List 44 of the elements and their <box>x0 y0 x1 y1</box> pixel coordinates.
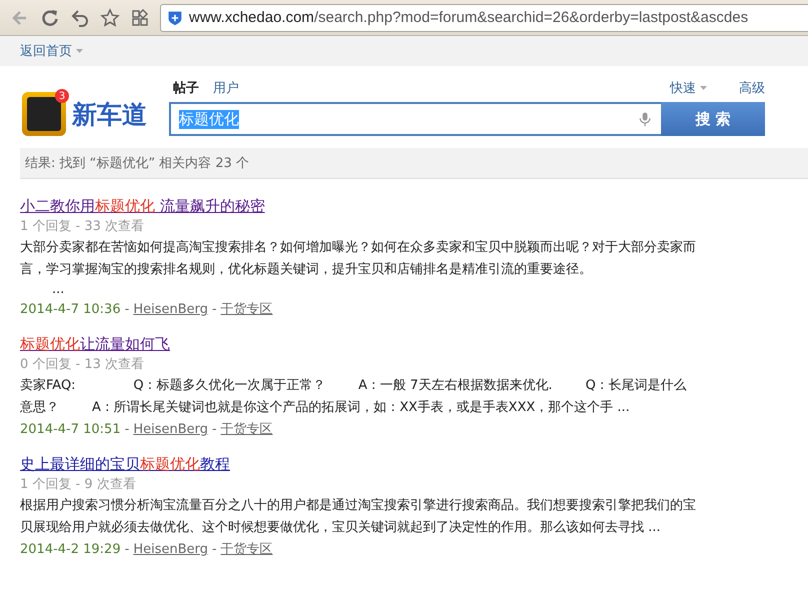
separator: - <box>124 301 130 319</box>
separator: - <box>212 301 217 319</box>
post-date: 2014-4-7 10:36 <box>20 301 121 319</box>
quick-link[interactable]: 快速 <box>670 79 707 97</box>
caret-icon <box>76 49 83 53</box>
advanced-link[interactable]: 高级 <box>739 79 765 97</box>
logo-text: 新车道 <box>72 98 147 130</box>
search-query: 标题优化 <box>179 110 239 128</box>
separator: - <box>212 541 217 559</box>
apps-icon[interactable] <box>130 8 150 28</box>
star-icon[interactable] <box>100 8 120 28</box>
author-link[interactable]: HeisenBerg <box>133 419 208 441</box>
author-link[interactable]: HeisenBerg <box>133 299 208 321</box>
search-button[interactable]: 搜 索 <box>661 102 765 136</box>
microphone-icon[interactable] <box>637 110 653 128</box>
forum-link[interactable]: 干货专区 <box>220 419 273 441</box>
separator: - <box>212 421 217 439</box>
logo-badge: 3 <box>55 89 69 103</box>
result-stats: 1 个回复 - 33 次查看 <box>20 218 146 236</box>
result-snippet: 大部分卖家都在苦恼如何提高淘宝搜索排名？如何增加曝光？如何在众多卖家和宝贝中脱颖而出呢？对于大部分卖家而言，学习掌握淘宝的搜索排名规则，优化标题关键词，提升宝贝和店铺排名是精准引流的重要途径。 <box>20 239 696 279</box>
separator: - <box>124 541 130 559</box>
home-link[interactable]: 返回首页 <box>20 42 83 60</box>
address-bar[interactable]: www.xchedao.com/search.php?mod=forum&searchid=26&orderby=lastpost&ascdes <box>160 4 808 32</box>
snippet-ellipsis: ... <box>51 281 66 299</box>
result-snippet: 卖家FAQ: Q : 标题多久优化一次属于正常？ A : 一般 7天左右根据数据来优化. Q : 长尾词是什么意思？ A : 所谓长尾关键词也就是你这个产品的拓展词，如：XX手表，或是手表XXX，那个这个手 ... <box>20 377 688 417</box>
search-tab[interactable]: 用户 <box>213 79 239 97</box>
url-path: /search.php?mod=forum&searchid=26&orderby=lastpost&ascdes <box>314 9 748 26</box>
caret-icon <box>700 86 707 90</box>
reload-icon[interactable] <box>40 8 60 28</box>
post-date: 2014-4-2 19:29 <box>20 541 121 559</box>
url-host: www.xchedao.com <box>189 9 314 26</box>
result-stats: 1 个回复 - 9 次查看 <box>20 476 137 494</box>
forum-link[interactable]: 干货专区 <box>220 539 273 561</box>
shield-icon <box>167 10 183 26</box>
separator: - <box>124 421 130 439</box>
search-tab[interactable]: 帖子 <box>173 79 199 97</box>
result-snippet: 根据用户搜索习惯分析淘宝流量百分之八十的用户都是通过淘宝搜索引擎进行搜索商品。我们想要搜索引擎把我们的宝贝展现给用户就必须去做优化、这个时候想要做优化，宝贝关键词就起到了决定性的作用。那么该如何去寻找 ... <box>20 497 696 537</box>
result-stats: 0 个回复 - 13 次查看 <box>20 356 146 374</box>
post-date: 2014-4-7 10:51 <box>20 421 121 439</box>
search-field[interactable]: 标题优化 <box>169 102 661 136</box>
author-link[interactable]: HeisenBerg <box>133 539 208 561</box>
result-summary: 结果: 找到 “标题优化” 相关内容 23 个 <box>20 148 808 179</box>
forum-link[interactable]: 干货专区 <box>220 299 273 321</box>
undo-icon[interactable] <box>70 8 90 28</box>
